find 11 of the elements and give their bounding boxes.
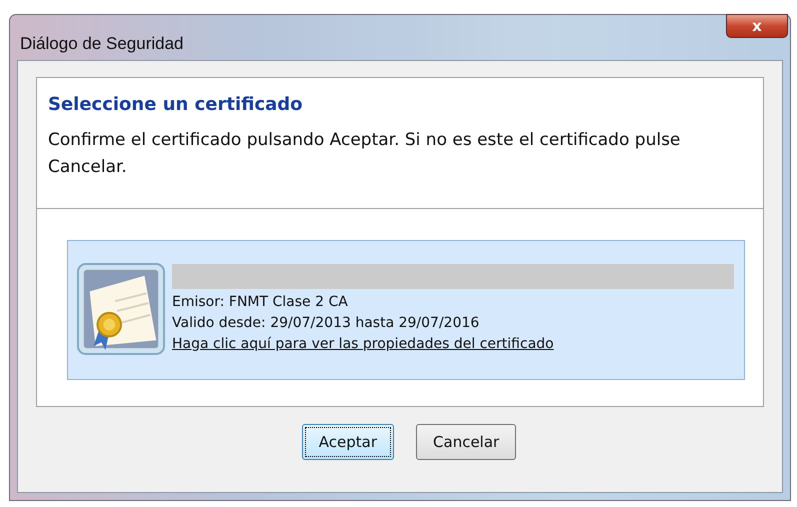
certificate-properties-link[interactable]: Haga clic aquí para ver las propiedades del certificado — [172, 334, 734, 354]
close-button[interactable]: x — [726, 14, 788, 38]
certificate-card[interactable]: Emisor: FNMT Clase 2 CA Valido desde: 29/07/2013 hasta 29/07/2016 Haga clic aquí para ver las propiedades del certificado — [67, 240, 745, 380]
window-title: Diálogo de Seguridad — [20, 34, 184, 54]
dialog-button[interactable]: Cancelar — [416, 424, 516, 460]
dialog-button[interactable]: Aceptar — [302, 424, 394, 460]
dialog-heading: Seleccione un certificado — [48, 94, 304, 115]
issuer-text: Emisor: FNMT Clase 2 CA — [172, 292, 349, 312]
certificate-icon — [76, 262, 166, 356]
instruction-text: Confirme el certificado pulsando Aceptar. Si no es este el certificado pulse Cancelar. — [48, 129, 682, 179]
validity-text: Valido desde: 29/07/2013 hasta 29/07/2016 — [172, 314, 480, 332]
